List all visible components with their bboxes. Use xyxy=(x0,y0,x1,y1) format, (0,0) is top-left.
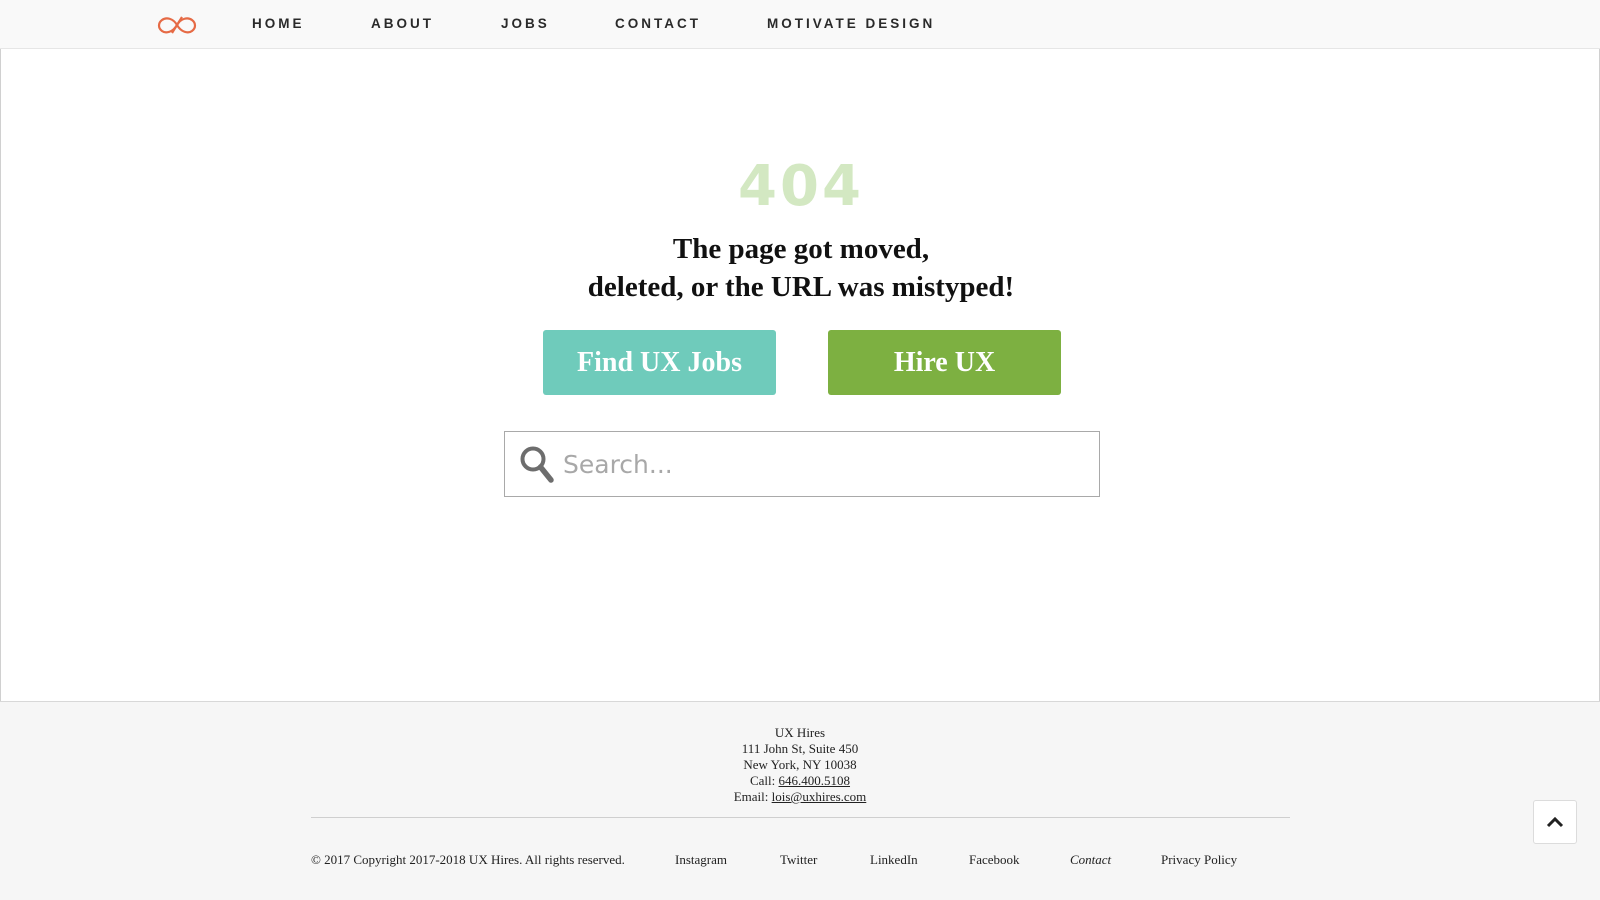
footer-link-linkedin[interactable]: LinkedIn xyxy=(870,852,918,868)
footer-link-privacy-policy[interactable]: Privacy Policy xyxy=(1161,852,1237,868)
hire-ux-button[interactable]: Hire UX xyxy=(828,330,1061,395)
footer-city: New York, NY 10038 xyxy=(743,757,857,772)
nav-about[interactable]: ABOUT xyxy=(371,16,434,31)
back-to-top-button[interactable] xyxy=(1533,800,1577,844)
footer-email-label: Email: xyxy=(733,789,769,804)
footer-copyright: © 2017 Copyright 2017-2018 UX Hires. All… xyxy=(311,852,625,867)
footer-email-line: Email: lois@uxhires.com xyxy=(0,789,1600,805)
search-box[interactable] xyxy=(504,431,1100,497)
footer-email-link[interactable]: lois@uxhires.com xyxy=(772,789,867,804)
footer-phone-line: Call: 646.400.5108 xyxy=(0,773,1600,789)
nav-home[interactable]: HOME xyxy=(252,16,305,31)
search-icon xyxy=(520,446,554,483)
footer-link-twitter[interactable]: Twitter xyxy=(780,852,817,868)
find-ux-jobs-label: Find UX Jobs xyxy=(577,346,742,378)
main-content: 404 The page got moved, deleted, or the … xyxy=(0,49,1600,701)
footer-call-label: Call: xyxy=(749,773,776,788)
footer-link-instagram[interactable]: Instagram xyxy=(675,852,727,868)
footer-street: 111 John St, Suite 450 xyxy=(741,741,859,756)
footer: UX Hires 111 John St, Suite 450 New York… xyxy=(0,701,1600,900)
infinity-logo-icon[interactable] xyxy=(153,13,201,37)
error-message-line-2: deleted, or the URL was mistyped! xyxy=(587,271,1015,303)
error-code: 404 xyxy=(738,154,864,219)
footer-company: UX Hires xyxy=(774,725,826,740)
footer-link-facebook[interactable]: Facebook xyxy=(969,852,1020,868)
nav-contact[interactable]: CONTACT xyxy=(615,16,701,31)
footer-link-contact[interactable]: Contact xyxy=(1070,852,1111,868)
footer-phone-link[interactable]: 646.400.5108 xyxy=(779,773,851,788)
chevron-up-icon xyxy=(1546,816,1564,828)
error-message-line-1: The page got moved, xyxy=(672,233,930,265)
hire-ux-label: Hire UX xyxy=(893,346,996,378)
find-ux-jobs-button[interactable]: Find UX Jobs xyxy=(543,330,776,395)
top-navigation: HOME ABOUT JOBS CONTACT MOTIVATE DESIGN xyxy=(0,0,1600,49)
nav-motivate-design[interactable]: MOTIVATE DESIGN xyxy=(767,16,935,31)
nav-jobs[interactable]: JOBS xyxy=(501,16,550,31)
footer-divider xyxy=(311,817,1290,818)
search-input[interactable] xyxy=(563,442,1083,486)
